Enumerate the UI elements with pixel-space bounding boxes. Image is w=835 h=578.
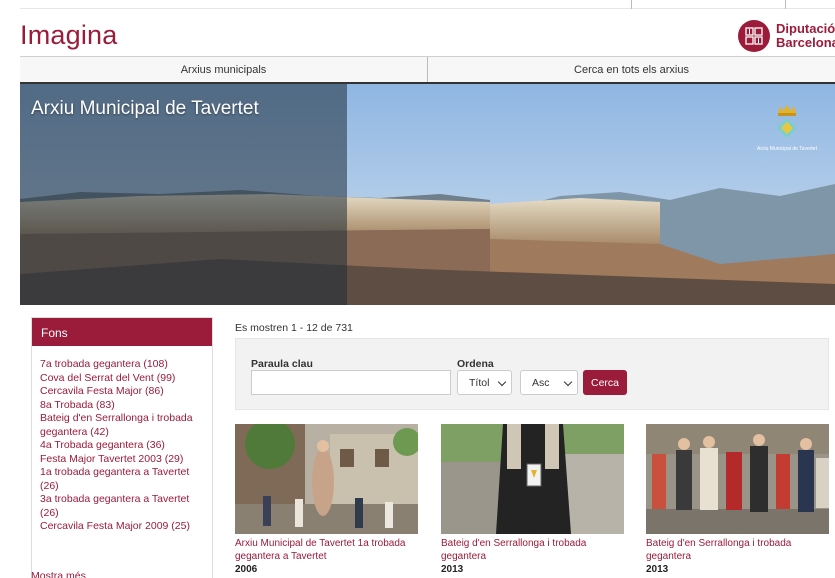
- archive-title: Arxiu Municipal de Tavertet: [31, 98, 259, 119]
- result-thumbnail[interactable]: [646, 424, 829, 534]
- search-panel: Paraula clau Ordena Títol Asc Cerca: [235, 338, 829, 410]
- keyword-input[interactable]: [251, 370, 451, 395]
- fons-item[interactable]: 4a Trobada gegantera (36): [40, 439, 206, 453]
- result-card[interactable]: Bateig d'en Serrallonga i trobada gegant…: [646, 424, 829, 576]
- fons-item[interactable]: 7a trobada gegantera (108): [40, 358, 206, 372]
- result-card[interactable]: Bateig d'en Serrallonga i trobada gegant…: [441, 424, 624, 576]
- fons-heading: Fons: [32, 318, 212, 346]
- result-year: 2006: [235, 564, 258, 575]
- order-label: Ordena: [457, 358, 494, 370]
- search-button[interactable]: Cerca: [583, 370, 627, 395]
- fons-item[interactable]: Bateig d'en Serrallonga i trobada gegant…: [40, 412, 206, 439]
- result-title[interactable]: Arxiu Municipal de Tavertet 1a trobada g…: [235, 537, 418, 563]
- main-nav: Arxius municipals Cerca en tots els arxi…: [20, 56, 835, 84]
- fons-item[interactable]: Cercavila Festa Major (86): [40, 385, 206, 399]
- fons-item[interactable]: Festa Major Tavertet 2003 (29): [40, 453, 206, 467]
- hero-banner: Arxiu Municipal de Tavertet Arxiu Munici…: [20, 84, 835, 305]
- result-thumbnail[interactable]: [441, 424, 624, 534]
- fons-item[interactable]: Cercavila Festa Major 2009 (25): [40, 520, 206, 534]
- result-title[interactable]: Bateig d'en Serrallonga i trobada gegant…: [441, 537, 624, 563]
- diputacio-emblem-icon: [738, 20, 770, 52]
- result-card[interactable]: Arxiu Municipal de Tavertet 1a trobada g…: [235, 424, 418, 576]
- result-year: 2013: [646, 564, 669, 575]
- chevron-down-icon: [563, 377, 573, 387]
- fons-list: 7a trobada gegantera (108) Cova del Serr…: [32, 346, 212, 534]
- archive-logo-caption: Arxiu Municipal de Tavertet: [757, 146, 817, 152]
- keyword-label: Paraula clau: [251, 358, 313, 370]
- diputacio-logo[interactable]: Diputació Barcelona: [738, 16, 835, 56]
- archive-logo: Arxiu Municipal de Tavertet: [747, 104, 827, 152]
- fons-item[interactable]: 1a trobada gegantera a Tavertet (26): [40, 466, 206, 493]
- fons-item[interactable]: 8a Trobada (83): [40, 399, 206, 413]
- diputacio-city: Barcelona: [776, 35, 835, 50]
- fons-panel: Fons 7a trobada gegantera (108) Cova del…: [31, 317, 213, 578]
- chevron-down-icon: [497, 377, 507, 387]
- top-tick: [785, 0, 786, 9]
- crown-shield-icon: [777, 105, 797, 138]
- results-count: Es mostren 1 - 12 de 731: [235, 322, 353, 334]
- diputacio-name: Diputació: [776, 21, 835, 36]
- site-logo[interactable]: Imagina: [20, 20, 117, 51]
- top-divider: [20, 8, 835, 9]
- order-direction-select[interactable]: Asc: [520, 370, 578, 395]
- tab-cerca-tots-arxius[interactable]: Cerca en tots els arxius: [427, 57, 835, 82]
- result-title[interactable]: Bateig d'en Serrallonga i trobada gegant…: [646, 537, 829, 563]
- fons-item[interactable]: 3a trobada gegantera a Tavertet (26): [40, 493, 206, 520]
- result-thumbnail[interactable]: [235, 424, 418, 534]
- order-field-value: Títol: [469, 376, 490, 389]
- top-tick: [631, 0, 632, 9]
- show-more-link[interactable]: Mostra més: [31, 570, 86, 578]
- tab-arxius-municipals[interactable]: Arxius municipals: [20, 57, 427, 82]
- order-direction-value: Asc: [532, 376, 550, 389]
- fons-item[interactable]: Cova del Serrat del Vent (99): [40, 372, 206, 386]
- order-field-select[interactable]: Títol: [457, 370, 512, 395]
- result-year: 2013: [441, 564, 464, 575]
